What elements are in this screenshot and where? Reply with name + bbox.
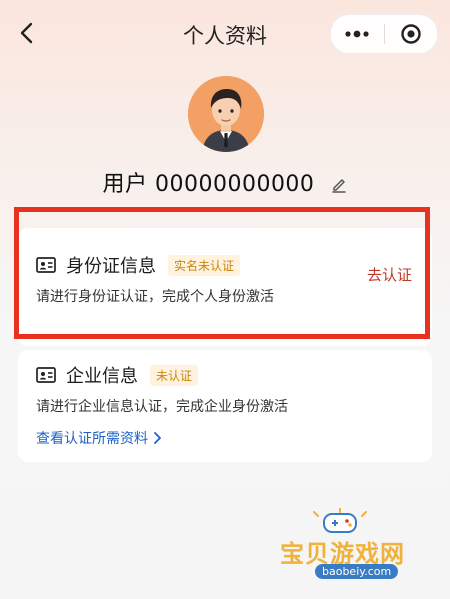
more-dots-icon [345, 30, 369, 38]
user-row: 用户 00000000000 [0, 166, 450, 198]
id-card-icon [36, 367, 56, 383]
avatar[interactable] [188, 76, 264, 152]
enterprise-card-title: 企业信息 [66, 366, 138, 387]
watermark-domain: baobeiy.com [315, 564, 399, 579]
view-requirements-link[interactable]: 查看认证所需资料 [36, 428, 163, 448]
chevron-right-icon [154, 432, 161, 444]
enterprise-info-card[interactable]: 企业信息 未认证 请进行企业信息认证，完成企业身份激活 查看认证所需资料 [18, 350, 432, 462]
nav-bar: 个人资料 [0, 0, 450, 68]
enterprise-status-badge: 未认证 [150, 364, 199, 386]
user-name: 用户 00000000000 [102, 172, 315, 197]
view-requirements-label: 查看认证所需资料 [36, 431, 148, 447]
close-miniprogram-button[interactable] [385, 15, 438, 53]
highlight-box [14, 207, 430, 339]
edit-icon[interactable] [330, 176, 348, 198]
mini-program-capsule [330, 14, 438, 54]
more-button[interactable] [331, 15, 384, 53]
watermark: 宝贝游戏网 baobeiy.com [270, 508, 430, 588]
avatar-illustration [188, 76, 264, 152]
target-circle-icon [401, 24, 421, 44]
enterprise-card-description: 请进行企业信息认证，完成企业身份激活 [36, 399, 288, 415]
enterprise-card-header: 企业信息 未认证 [36, 362, 199, 388]
